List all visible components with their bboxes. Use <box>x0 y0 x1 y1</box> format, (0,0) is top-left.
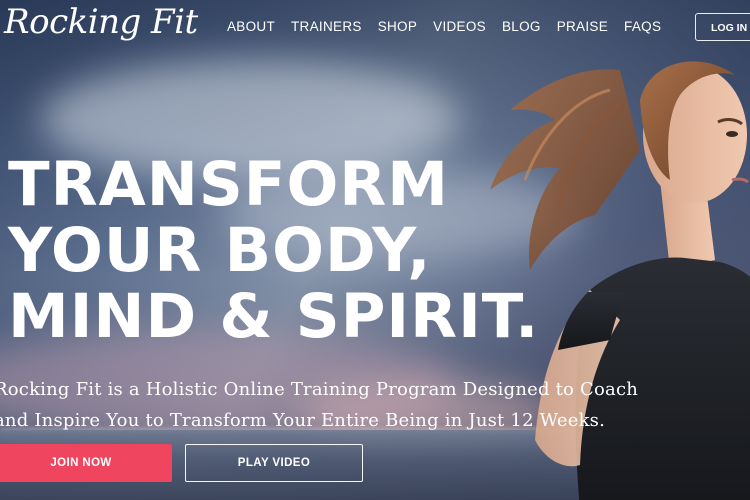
nav-item-praise[interactable]: PRAISE <box>557 19 608 34</box>
subtitle-line: and Inspire You to Transform Your Entire… <box>0 410 606 431</box>
nav-item-faqs[interactable]: FAQS <box>624 19 661 34</box>
brand-logo[interactable]: Rocking Fit <box>4 2 198 42</box>
nav-item-blog[interactable]: BLOG <box>502 19 541 34</box>
headline-line: MIND & SPIRIT. <box>8 281 540 352</box>
login-button[interactable]: LOG IN <box>695 13 750 41</box>
subtitle-line: Rocking Fit is a Holistic Online Trainin… <box>0 379 639 400</box>
nav-item-videos[interactable]: VIDEOS <box>433 19 486 34</box>
play-video-button[interactable]: PLAY VIDEO <box>185 444 363 482</box>
hero-section: Rocking Fit ABOUT TRAINERS SHOP VIDEOS B… <box>0 0 750 500</box>
nav-item-about[interactable]: ABOUT <box>227 19 275 34</box>
join-now-button[interactable]: JOIN NOW <box>0 444 172 482</box>
nav-item-trainers[interactable]: TRAINERS <box>291 19 362 34</box>
hero-headline: TRANSFORM YOUR BODY, MIND & SPIRIT. <box>8 152 539 350</box>
headline-line: TRANSFORM <box>8 149 449 220</box>
main-navigation: ABOUT TRAINERS SHOP VIDEOS BLOG PRAISE F… <box>227 19 677 34</box>
hero-subtitle: Rocking Fit is a Holistic Online Trainin… <box>0 374 638 436</box>
headline-line: YOUR BODY, <box>8 215 432 286</box>
nav-item-shop[interactable]: SHOP <box>378 19 417 34</box>
